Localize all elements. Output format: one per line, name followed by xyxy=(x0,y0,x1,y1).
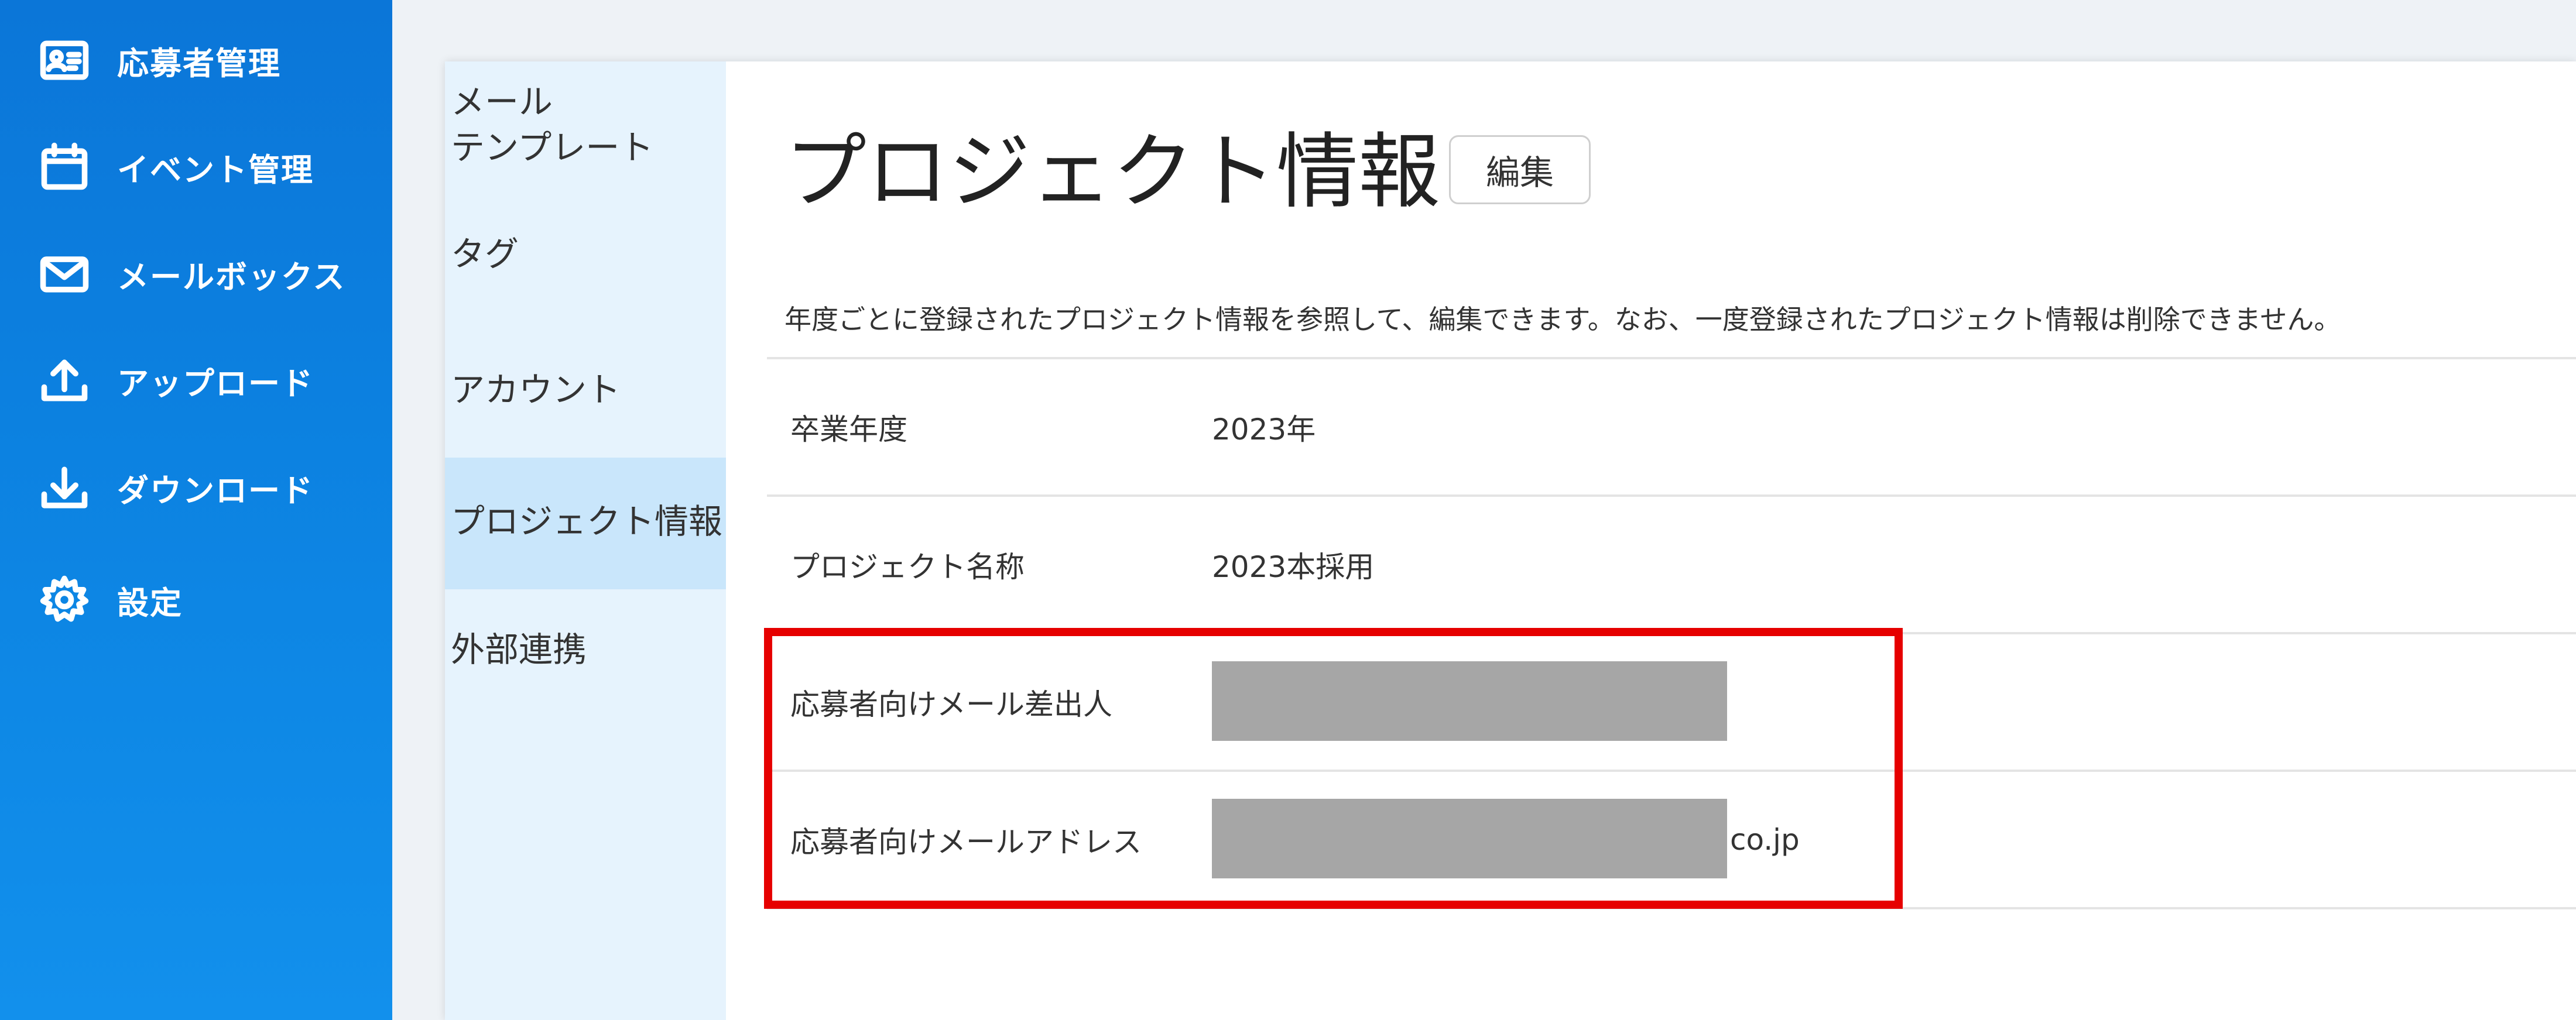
subnav-item-project-info[interactable]: プロジェクト情報 xyxy=(445,458,726,589)
subnav-item-label: アカウント xyxy=(451,370,621,410)
edit-button[interactable]: 編集 xyxy=(1449,135,1591,204)
row-label-project-name: プロジェクト名称 xyxy=(790,550,1025,584)
download-icon xyxy=(35,458,94,517)
envelope-icon xyxy=(35,245,94,303)
sidebar-item-download[interactable]: ダウンロード xyxy=(0,449,392,526)
subnav-item-account[interactable]: アカウント xyxy=(445,367,726,413)
subnav-item-label: 外部連携 xyxy=(451,630,587,669)
subnav-item-external-integration[interactable]: 外部連携 xyxy=(445,627,726,672)
row-label-graduation-year: 卒業年度 xyxy=(790,412,907,447)
sidebar-item-label: イベント管理 xyxy=(117,151,314,188)
calendar-icon xyxy=(35,138,94,196)
sidebar-item-label: 応募者管理 xyxy=(117,44,281,82)
settings-subnav: メール テンプレート タグ アカウント プロジェクト情報 外部連携 xyxy=(445,61,726,1020)
highlight-annotation-box xyxy=(764,628,1903,909)
sidebar-item-upload[interactable]: アップロード xyxy=(0,342,392,418)
page-description: 年度ごとに登録されたプロジェクト情報を参照して、編集できます。なお、一度登録され… xyxy=(785,304,2341,335)
sidebar-item-label: 設定 xyxy=(117,584,183,621)
subnav-item-label-line1: メール xyxy=(451,82,553,122)
row-value-project-name: 2023本採用 xyxy=(1212,550,1375,584)
subnav-item-label: プロジェクト情報 xyxy=(451,502,723,541)
sidebar-item-applicant-management[interactable]: 応募者管理 xyxy=(0,22,392,98)
sidebar-item-settings[interactable]: 設定 xyxy=(0,562,392,638)
subnav-item-label: タグ xyxy=(451,234,519,274)
id-card-icon xyxy=(35,31,94,90)
table-row: プロジェクト名称 2023本採用 xyxy=(767,494,2576,632)
subnav-item-mail-template[interactable]: メール テンプレート xyxy=(445,79,726,170)
sidebar-item-label: メールボックス xyxy=(117,258,346,296)
upload-icon xyxy=(35,351,94,410)
sidebar-item-label: ダウンロード xyxy=(117,472,314,509)
app-window: 応募者管理 イベント管理 メールボックス アップロード ダウンロード 設定 メー… xyxy=(0,0,2576,1020)
table-row: 卒業年度 2023年 xyxy=(767,357,2576,494)
subnav-item-label-line2: テンプレート xyxy=(451,128,654,167)
subnav-item-tags[interactable]: タグ xyxy=(445,231,726,277)
sidebar-item-mailbox[interactable]: メールボックス xyxy=(0,236,392,312)
row-value-graduation-year: 2023年 xyxy=(1212,412,1316,447)
page-title: プロジェクト情報 xyxy=(785,125,1441,220)
gear-icon xyxy=(35,571,94,629)
sidebar-item-event-management[interactable]: イベント管理 xyxy=(0,129,392,205)
sidebar-item-label: アップロード xyxy=(117,365,314,402)
global-sidebar: 応募者管理 イベント管理 メールボックス アップロード ダウンロード 設定 xyxy=(0,0,392,1020)
